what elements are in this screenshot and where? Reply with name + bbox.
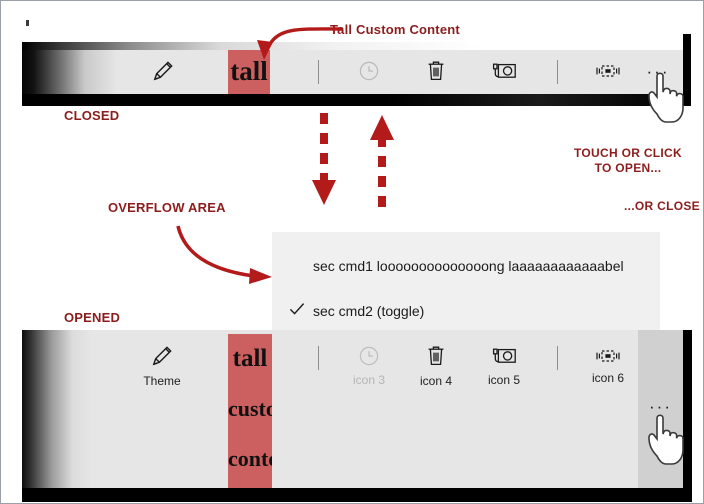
arrow-to-tall-content [257, 27, 343, 60]
flyout-item-1-label: sec cmd2 (toggle) [313, 303, 425, 319]
closed-item-trash[interactable] [412, 54, 460, 90]
closed-item-pencil[interactable] [136, 54, 190, 90]
opened-item-icon4-label: icon 4 [419, 373, 453, 388]
clock-icon [357, 59, 381, 86]
opened-item-icon4[interactable]: icon 4 [410, 342, 462, 388]
opened-item-icon6[interactable]: icon 6 [582, 342, 634, 388]
closed-item-clock[interactable] [345, 54, 393, 90]
arrow-up-dashed [370, 115, 394, 207]
annotation-or-close: ...OR CLOSE [624, 199, 700, 213]
camera-icon [490, 59, 518, 86]
opened-separator-2 [557, 346, 558, 370]
annotation-touch-or-click: TOUCH OR CLICK TO OPEN... [574, 146, 682, 175]
hand-cursor-opened [643, 408, 697, 470]
closed-bar-left-fade [22, 50, 117, 94]
check-icon [287, 299, 307, 319]
tall-chip-line-2: content [228, 446, 272, 471]
closed-item-resize[interactable] [584, 54, 632, 90]
pencil-icon [149, 343, 175, 372]
opened-item-icon5[interactable]: icon 5 [478, 342, 530, 388]
flyout-item-0[interactable]: sec cmd1 loooooooooooooong laaaaaaaaaaaa… [313, 255, 624, 277]
flyout-item-1[interactable]: sec cmd2 (toggle) [313, 300, 424, 322]
annotation-closed: CLOSED [64, 108, 120, 123]
opened-item-icon3-label: icon 3 [352, 372, 386, 387]
closed-separator-2 [557, 60, 558, 84]
opened-item-icon3[interactable]: icon 3 [343, 342, 395, 388]
annotation-overflow-area: OVERFLOW AREA [108, 200, 226, 215]
pencil-icon [150, 58, 176, 87]
resize-icon [593, 61, 623, 84]
arrow-down-dashed [312, 113, 336, 205]
closed-bar-bottom-shadow [22, 94, 685, 106]
trash-icon [424, 58, 448, 87]
opened-item-theme[interactable]: Theme [130, 342, 194, 388]
annotation-opened: OPENED [64, 310, 121, 325]
trash-icon [424, 343, 448, 372]
opened-separator-1 [318, 346, 319, 370]
hand-cursor-closed [643, 66, 697, 128]
opened-item-icon6-label: icon 6 [591, 370, 625, 385]
opened-item-theme-label: Theme [143, 373, 181, 388]
decor-speck [26, 20, 29, 26]
tall-chip-line-1: custom [228, 396, 272, 421]
tall-chip-line-0: tall [232, 345, 268, 372]
flyout-item-0-label: sec cmd1 loooooooooooooong laaaaaaaaaaaa… [313, 258, 624, 274]
opened-bar-left-fade [22, 330, 92, 488]
camera-icon [490, 344, 518, 371]
opened-bar-bottom-shadow [22, 488, 685, 502]
clock-icon [357, 344, 381, 371]
arrow-to-overflow-area [176, 225, 272, 284]
resize-icon [593, 346, 623, 369]
annotation-tall-custom-content: Tall Custom Content [330, 22, 460, 37]
closed-item-camera[interactable] [480, 54, 528, 90]
opened-tall-custom-content[interactable]: tall custom content [228, 334, 272, 488]
closed-separator-1 [318, 60, 319, 84]
opened-item-icon5-label: icon 5 [487, 372, 521, 387]
